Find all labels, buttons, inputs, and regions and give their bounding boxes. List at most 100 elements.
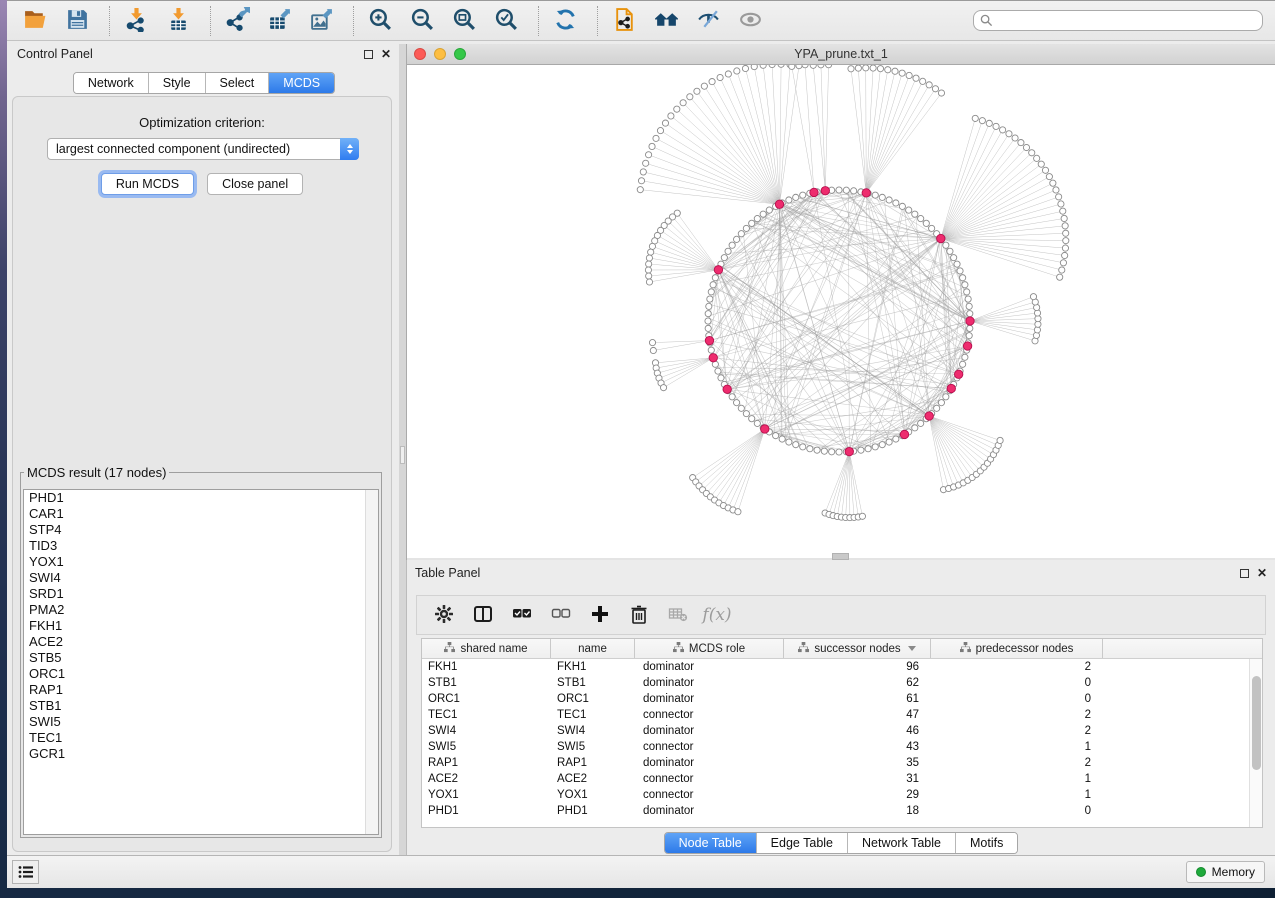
list-item[interactable]: TID3 bbox=[24, 538, 378, 554]
leaf-node[interactable] bbox=[1034, 155, 1040, 161]
leaf-node[interactable] bbox=[802, 65, 808, 68]
leaf-node[interactable] bbox=[709, 78, 715, 84]
leaf-node[interactable] bbox=[1060, 208, 1066, 214]
ring-node[interactable] bbox=[706, 303, 712, 309]
ring-node[interactable] bbox=[725, 248, 731, 254]
ring-node[interactable] bbox=[786, 197, 792, 203]
zoom-out-button[interactable] bbox=[404, 5, 440, 37]
refresh-button[interactable] bbox=[547, 5, 583, 37]
leaf-node[interactable] bbox=[643, 160, 649, 166]
network-canvas[interactable] bbox=[407, 65, 1275, 558]
column-header-mcds-role[interactable]: MCDS role bbox=[635, 639, 784, 658]
hub-node[interactable] bbox=[775, 200, 783, 208]
tab-edge-table[interactable]: Edge Table bbox=[757, 833, 848, 853]
leaf-node[interactable] bbox=[1062, 223, 1068, 229]
leaf-node[interactable] bbox=[789, 65, 795, 69]
list-item[interactable]: SWI5 bbox=[24, 714, 378, 730]
horizontal-splitter-handle[interactable] bbox=[832, 553, 849, 560]
list-item[interactable]: SRD1 bbox=[24, 586, 378, 602]
table-row[interactable]: FKH1FKH1dominator962 bbox=[422, 659, 1262, 675]
hub-node[interactable] bbox=[963, 342, 971, 350]
table-options-button[interactable] bbox=[431, 602, 457, 628]
tab-network-table[interactable]: Network Table bbox=[848, 833, 956, 853]
delete-table-button[interactable] bbox=[665, 602, 691, 628]
table-scrollbar[interactable] bbox=[1249, 659, 1262, 827]
leaf-node[interactable] bbox=[1057, 274, 1063, 280]
leaf-node[interactable] bbox=[899, 70, 905, 76]
leaf-node[interactable] bbox=[637, 187, 643, 193]
hub-node[interactable] bbox=[821, 187, 829, 195]
ring-node[interactable] bbox=[865, 446, 871, 452]
hub-node[interactable] bbox=[900, 430, 908, 438]
leaf-node[interactable] bbox=[1050, 180, 1056, 186]
close-panel-icon[interactable]: ✕ bbox=[1257, 567, 1267, 579]
ring-node[interactable] bbox=[836, 449, 842, 455]
list-item[interactable]: PMA2 bbox=[24, 602, 378, 618]
float-window-icon[interactable] bbox=[364, 50, 373, 59]
list-item[interactable]: ACE2 bbox=[24, 634, 378, 650]
mcds-result-list[interactable]: PHD1CAR1STP4TID3YOX1SWI4SRD1PMA2FKH1ACE2… bbox=[23, 489, 379, 835]
export-table-button[interactable] bbox=[261, 5, 297, 37]
ring-node[interactable] bbox=[814, 447, 820, 453]
zoom-selected-button[interactable] bbox=[488, 5, 524, 37]
ring-node[interactable] bbox=[829, 449, 835, 455]
ring-node[interactable] bbox=[964, 289, 970, 295]
list-item[interactable]: TEC1 bbox=[24, 730, 378, 746]
ring-node[interactable] bbox=[851, 188, 857, 194]
hub-node[interactable] bbox=[862, 189, 870, 197]
deselect-all-button[interactable] bbox=[548, 602, 574, 628]
leaf-node[interactable] bbox=[885, 67, 891, 73]
tab-style[interactable]: Style bbox=[149, 73, 206, 93]
leaf-node[interactable] bbox=[979, 118, 985, 124]
import-table-button[interactable] bbox=[160, 5, 196, 37]
column-header-name[interactable]: name bbox=[551, 639, 635, 658]
ring-node[interactable] bbox=[721, 255, 727, 261]
table-row[interactable]: SWI4SWI4dominator462 bbox=[422, 723, 1262, 739]
close-panel-button[interactable]: Close panel bbox=[207, 173, 303, 195]
list-item[interactable]: YOX1 bbox=[24, 554, 378, 570]
leaf-node[interactable] bbox=[645, 152, 651, 158]
list-item[interactable]: ORC1 bbox=[24, 666, 378, 682]
leaf-node[interactable] bbox=[769, 65, 775, 68]
ring-node[interactable] bbox=[800, 444, 806, 450]
leaf-node[interactable] bbox=[1061, 215, 1067, 221]
ring-node[interactable] bbox=[793, 442, 799, 448]
hide-selected-button[interactable] bbox=[690, 5, 726, 37]
leaf-node[interactable] bbox=[1029, 150, 1035, 156]
ring-node[interactable] bbox=[708, 289, 714, 295]
tab-mcds[interactable]: MCDS bbox=[269, 73, 334, 93]
ring-node[interactable] bbox=[879, 194, 885, 200]
column-browser-button[interactable] bbox=[470, 602, 496, 628]
ring-node[interactable] bbox=[779, 436, 785, 442]
list-item[interactable]: CAR1 bbox=[24, 506, 378, 522]
leaf-node[interactable] bbox=[674, 106, 680, 112]
leaf-node[interactable] bbox=[1046, 174, 1052, 180]
leaf-node[interactable] bbox=[725, 71, 731, 77]
leaf-node[interactable] bbox=[932, 86, 938, 92]
leaf-node[interactable] bbox=[796, 65, 802, 69]
leaf-node[interactable] bbox=[1000, 127, 1006, 133]
ring-node[interactable] bbox=[938, 400, 944, 406]
hub-node[interactable] bbox=[705, 336, 713, 344]
ring-node[interactable] bbox=[773, 433, 779, 439]
ring-node[interactable] bbox=[729, 394, 735, 400]
table-scrollbar-thumb[interactable] bbox=[1252, 676, 1261, 770]
export-network-button[interactable] bbox=[219, 5, 255, 37]
ring-node[interactable] bbox=[733, 400, 739, 406]
ring-node[interactable] bbox=[886, 197, 892, 203]
import-network-button[interactable] bbox=[118, 5, 154, 37]
leaf-node[interactable] bbox=[760, 65, 766, 68]
leaf-node[interactable] bbox=[993, 123, 999, 129]
leaf-node[interactable] bbox=[646, 279, 652, 285]
leaf-node[interactable] bbox=[926, 82, 932, 88]
leaf-node[interactable] bbox=[906, 72, 912, 78]
float-window-icon[interactable] bbox=[1240, 569, 1249, 578]
ring-node[interactable] bbox=[947, 248, 953, 254]
ring-node[interactable] bbox=[707, 296, 713, 302]
result-list-scrollbar[interactable] bbox=[365, 490, 378, 834]
leaf-node[interactable] bbox=[1038, 161, 1044, 167]
ring-node[interactable] bbox=[743, 225, 749, 231]
leaf-node[interactable] bbox=[701, 83, 707, 89]
ring-node[interactable] bbox=[879, 442, 885, 448]
leaf-node[interactable] bbox=[646, 273, 652, 279]
